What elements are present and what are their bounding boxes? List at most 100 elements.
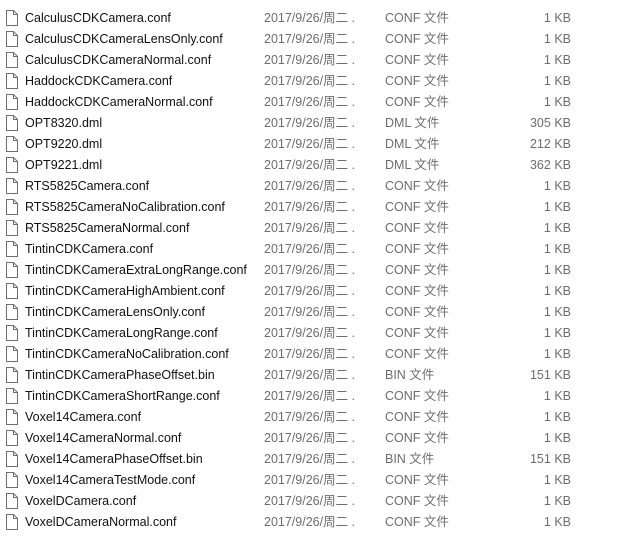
file-type: DML 文件 bbox=[385, 158, 440, 172]
file-row[interactable]: TintinCDKCameraPhaseOffset.bin 2017/9/26… bbox=[0, 365, 625, 386]
file-row[interactable]: TintinCDKCameraShortRange.conf 2017/9/26… bbox=[0, 386, 625, 407]
file-row[interactable]: HaddockCDKCamera.conf 2017/9/26/周二 ... C… bbox=[0, 71, 625, 92]
file-size: 1 KB bbox=[543, 326, 571, 340]
file-size: 1 KB bbox=[543, 473, 571, 487]
file-name: CalculusCDKCameraNormal.conf bbox=[25, 53, 212, 67]
file-row[interactable]: OPT8320.dml 2017/9/26/周二 ... DML 文件 305 … bbox=[0, 113, 625, 134]
file-row[interactable]: CalculusCDKCamera.conf 2017/9/26/周二 ... … bbox=[0, 8, 625, 29]
file-name: RTS5825CameraNormal.conf bbox=[25, 221, 190, 235]
file-row[interactable]: RTS5825CameraNoCalibration.conf 2017/9/2… bbox=[0, 197, 625, 218]
file-size: 1 KB bbox=[543, 284, 571, 298]
file-name: RTS5825CameraNoCalibration.conf bbox=[25, 200, 225, 214]
file-type: CONF 文件 bbox=[385, 473, 449, 487]
file-date: 2017/9/26/周二 ... bbox=[264, 452, 356, 466]
file-size: 1 KB bbox=[543, 221, 571, 235]
file-date: 2017/9/26/周二 ... bbox=[264, 179, 356, 193]
file-name: Voxel14CameraTestMode.conf bbox=[25, 473, 196, 487]
file-row[interactable]: Voxel14CameraPhaseOffset.bin 2017/9/26/周… bbox=[0, 449, 625, 470]
file-type: CONF 文件 bbox=[385, 326, 449, 340]
file-name: TintinCDKCameraHighAmbient.conf bbox=[25, 284, 225, 298]
file-date: 2017/9/26/周二 ... bbox=[264, 200, 356, 214]
file-name: Voxel14Camera.conf bbox=[25, 410, 142, 424]
file-icon bbox=[6, 262, 18, 278]
file-icon bbox=[6, 220, 18, 236]
file-type: BIN 文件 bbox=[385, 452, 435, 466]
file-icon bbox=[6, 493, 18, 509]
file-type: CONF 文件 bbox=[385, 410, 449, 424]
file-name: HaddockCDKCameraNormal.conf bbox=[25, 95, 213, 109]
file-date: 2017/9/26/周二 ... bbox=[264, 95, 356, 109]
file-row[interactable]: Voxel14Camera.conf 2017/9/26/周二 ... CONF… bbox=[0, 407, 625, 428]
file-size: 1 KB bbox=[543, 347, 571, 361]
file-icon bbox=[6, 199, 18, 215]
file-type: CONF 文件 bbox=[385, 389, 449, 403]
file-row[interactable]: OPT9220.dml 2017/9/26/周二 ... DML 文件 212 … bbox=[0, 134, 625, 155]
file-row[interactable]: TintinCDKCameraLensOnly.conf 2017/9/26/周… bbox=[0, 302, 625, 323]
file-icon bbox=[6, 136, 18, 152]
file-size: 1 KB bbox=[543, 431, 571, 445]
file-name: VoxelDCameraNormal.conf bbox=[25, 515, 177, 529]
file-row[interactable]: CalculusCDKCameraNormal.conf 2017/9/26/周… bbox=[0, 50, 625, 71]
file-icon bbox=[6, 304, 18, 320]
file-row[interactable]: Voxel14CameraTestMode.conf 2017/9/26/周二 … bbox=[0, 470, 625, 491]
file-date: 2017/9/26/周二 ... bbox=[264, 11, 356, 25]
file-icon bbox=[6, 472, 18, 488]
file-type: CONF 文件 bbox=[385, 32, 449, 46]
file-row[interactable]: TintinCDKCameraLongRange.conf 2017/9/26/… bbox=[0, 323, 625, 344]
file-date: 2017/9/26/周二 ... bbox=[264, 32, 356, 46]
file-type: CONF 文件 bbox=[385, 242, 449, 256]
file-row[interactable]: Voxel14CameraNormal.conf 2017/9/26/周二 ..… bbox=[0, 428, 625, 449]
file-name: TintinCDKCameraLongRange.conf bbox=[25, 326, 218, 340]
file-date: 2017/9/26/周二 ... bbox=[264, 242, 356, 256]
file-name: OPT9221.dml bbox=[25, 158, 103, 172]
file-icon bbox=[6, 283, 18, 299]
file-date: 2017/9/26/周二 ... bbox=[264, 74, 356, 88]
file-icon bbox=[6, 52, 18, 68]
file-row[interactable]: TintinCDKCamera.conf 2017/9/26/周二 ... CO… bbox=[0, 239, 625, 260]
file-date: 2017/9/26/周二 ... bbox=[264, 158, 356, 172]
file-row[interactable]: OPT9221.dml 2017/9/26/周二 ... DML 文件 362 … bbox=[0, 155, 625, 176]
file-row[interactable]: HaddockCDKCameraNormal.conf 2017/9/26/周二… bbox=[0, 92, 625, 113]
file-name: TintinCDKCameraPhaseOffset.bin bbox=[25, 368, 215, 382]
file-icon bbox=[6, 73, 18, 89]
file-type: CONF 文件 bbox=[385, 11, 449, 25]
file-size: 1 KB bbox=[543, 74, 571, 88]
file-explorer-window: { "files": [ {"name": "CalculusCDKCamera… bbox=[0, 0, 625, 555]
file-name: OPT8320.dml bbox=[25, 116, 103, 130]
file-type: CONF 文件 bbox=[385, 179, 449, 193]
file-icon bbox=[6, 346, 18, 362]
file-size: 1 KB bbox=[543, 305, 571, 319]
file-date: 2017/9/26/周二 ... bbox=[264, 116, 356, 130]
file-icon bbox=[6, 241, 18, 257]
file-row[interactable]: TintinCDKCameraExtraLongRange.conf 2017/… bbox=[0, 260, 625, 281]
file-icon bbox=[6, 31, 18, 47]
file-size: 1 KB bbox=[543, 11, 571, 25]
file-row[interactable]: RTS5825Camera.conf 2017/9/26/周二 ... CONF… bbox=[0, 176, 625, 197]
file-row[interactable]: TintinCDKCameraNoCalibration.conf 2017/9… bbox=[0, 344, 625, 365]
file-type: DML 文件 bbox=[385, 116, 440, 130]
file-size: 151 KB bbox=[529, 368, 571, 382]
file-name: Voxel14CameraNormal.conf bbox=[25, 431, 182, 445]
file-row[interactable]: VoxelDCameraNormal.conf 2017/9/26/周二 ...… bbox=[0, 512, 625, 533]
file-row[interactable]: VoxelDCamera.conf 2017/9/26/周二 ... CONF … bbox=[0, 491, 625, 512]
file-date: 2017/9/26/周二 ... bbox=[264, 284, 356, 298]
file-size: 1 KB bbox=[543, 263, 571, 277]
file-date: 2017/9/26/周二 ... bbox=[264, 515, 356, 529]
file-size: 1 KB bbox=[543, 242, 571, 256]
file-list: CalculusCDKCamera.conf 2017/9/26/周二 ... … bbox=[0, 8, 625, 533]
file-name: VoxelDCamera.conf bbox=[25, 494, 137, 508]
file-type: CONF 文件 bbox=[385, 515, 449, 529]
file-date: 2017/9/26/周二 ... bbox=[264, 473, 356, 487]
file-size: 1 KB bbox=[543, 410, 571, 424]
file-icon bbox=[6, 388, 18, 404]
file-icon bbox=[6, 430, 18, 446]
file-row[interactable]: CalculusCDKCameraLensOnly.conf 2017/9/26… bbox=[0, 29, 625, 50]
file-row[interactable]: RTS5825CameraNormal.conf 2017/9/26/周二 ..… bbox=[0, 218, 625, 239]
file-name: TintinCDKCameraNoCalibration.conf bbox=[25, 347, 229, 361]
file-row[interactable]: TintinCDKCameraHighAmbient.conf 2017/9/2… bbox=[0, 281, 625, 302]
file-icon bbox=[6, 409, 18, 425]
file-icon bbox=[6, 325, 18, 341]
file-size: 1 KB bbox=[543, 95, 571, 109]
file-name: HaddockCDKCamera.conf bbox=[25, 74, 173, 88]
file-date: 2017/9/26/周二 ... bbox=[264, 431, 356, 445]
